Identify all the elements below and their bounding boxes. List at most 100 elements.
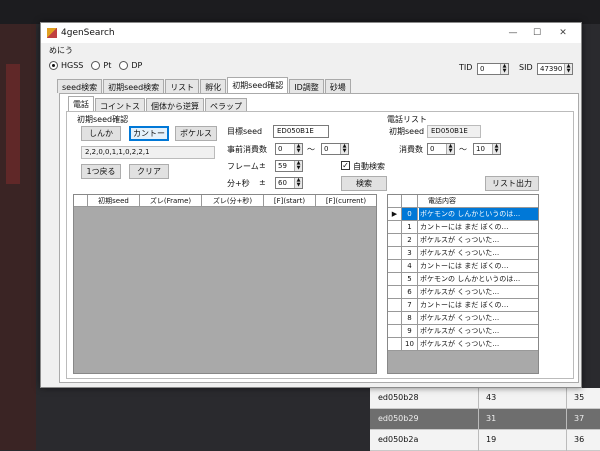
table-row[interactable]: ed050b28 43 35 [370,388,600,409]
window-title: 4genSearch [61,28,115,38]
radio-label: HGSS [61,61,84,70]
spin-arrows-icon[interactable]: ▲ ▼ [294,161,302,171]
consume-to[interactable]: 10 ▲ ▼ [473,143,501,155]
export-list-button[interactable]: リスト出力 [485,176,539,191]
group-title: 電話リスト [385,114,429,125]
subtab-chatot[interactable]: ペラップ [205,98,247,111]
search-button[interactable]: 検索 [341,176,387,191]
tab-sandbox[interactable]: 砂場 [324,79,351,93]
menu-bar: めにう [49,45,73,56]
consume-from[interactable]: 0 ▲ ▼ [427,143,455,155]
main-tabs: seed検索 初期seed検索 リスト 孵化 初期seed確認 ID調整 砂場 [57,77,352,93]
row-header [388,195,402,207]
table-row[interactable]: 5 ポケモンの しんかというのは… [388,273,538,286]
group-title: 初期seed確認 [75,114,131,125]
table-row[interactable]: ▶ 0 ポケモンの しんかというのは… [388,208,538,221]
pre-consume-to[interactable]: 0 ▲ ▼ [321,143,349,155]
row-header [74,195,88,207]
tab-seed-search[interactable]: seed検索 [57,79,103,93]
column-header[interactable]: [F](current) [316,195,376,207]
row-number: 9 [402,325,418,337]
minsec-input[interactable]: 60 ▲ ▼ [275,177,303,189]
num-header [402,195,418,207]
tab-initial-seed-search[interactable]: 初期seed検索 [103,79,165,93]
cell: 43 [486,393,497,402]
row-text: ポケルスが くっついた… [420,236,500,244]
pokerus-button[interactable]: ポケルス [175,126,217,141]
cell: 19 [486,435,497,444]
row-text: カントーには まだ ぼくの… [420,301,509,309]
spin-arrows-icon[interactable]: ▲ ▼ [500,64,508,74]
cell: 36 [574,435,585,444]
spin-value: 10 [476,145,485,153]
column-header[interactable]: [F](start) [264,195,316,207]
table-row[interactable]: 3 ポケルスが くっついた… [388,247,538,260]
grid-header: 電話内容 [388,195,538,208]
radio-dp[interactable]: DP [119,61,142,70]
spin-arrows-icon[interactable]: ▲ ▼ [492,144,500,154]
title-bar[interactable]: 4genSearch — ☐ ✕ [41,23,581,43]
desktop-red-element [6,64,20,184]
table-row[interactable]: 2 ポケルスが くっついた… [388,234,538,247]
row-header [388,325,402,337]
spin-arrows-icon[interactable]: ▲ ▼ [294,144,302,154]
spin-arrows-icon[interactable]: ▲ ▼ [564,64,572,74]
app-icon [47,28,57,38]
row-header [388,286,402,298]
table-row[interactable]: 7 カントーには まだ ぼくの… [388,299,538,312]
radio-pt[interactable]: Pt [91,61,111,70]
spin-arrows-icon[interactable]: ▲ ▼ [446,144,454,154]
table-row[interactable]: ed050b29 31 37 [370,409,600,430]
phone-list-grid[interactable]: 電話内容 ▶ 0 ポケモンの しんかというのは… 1 カントーには まだ ぼくの… 2… [387,194,539,374]
auto-search-checkbox[interactable]: ✓ [341,161,350,170]
kanto-button[interactable]: カントー [129,126,169,141]
subtab-phone[interactable]: 電話 [68,96,94,111]
subtab-coin-toss[interactable]: コイントス [95,98,145,111]
maximize-button[interactable]: ☐ [525,25,549,41]
table-row[interactable]: 6 ポケルスが くっついた… [388,286,538,299]
column-header[interactable]: 初期seed [88,195,140,207]
tid-input[interactable]: 0 ▲ ▼ [477,63,509,75]
version-radio-group: HGSS Pt DP [49,61,142,70]
frame-input[interactable]: 59 ▲ ▼ [275,160,303,172]
row-header [388,299,402,311]
table-row[interactable]: 9 ポケルスが くっついた… [388,325,538,338]
minimize-button[interactable]: — [501,25,525,41]
spin-arrows-icon[interactable]: ▲ ▼ [294,178,302,188]
table-row[interactable]: 1 カントーには まだ ぼくの… [388,221,538,234]
close-button[interactable]: ✕ [551,25,575,41]
cell: 35 [574,393,585,402]
cell: 31 [486,414,497,423]
sid-input[interactable]: 47390 ▲ ▼ [537,63,573,75]
seed-label: 初期seed [389,127,425,136]
row-header [388,247,402,259]
menu-item[interactable]: めにう [49,46,73,55]
table-row[interactable]: 8 ポケルスが くっついた… [388,312,538,325]
background-spreadsheet: ed050b28 43 35 ed050b29 31 37 ed050b2a 19 36 [370,388,600,451]
table-row[interactable]: ed050b2a 19 36 [370,430,600,451]
pre-consume-from[interactable]: 0 ▲ ▼ [275,143,303,155]
grid-header: 初期seed ズレ(Frame) ズレ(分+秒) [F](start) [F](… [74,195,376,207]
clear-button[interactable]: クリア [129,164,169,179]
target-seed-input[interactable]: ED050B1E [273,125,329,138]
tab-list[interactable]: リスト [165,79,200,93]
column-header[interactable]: 電話内容 [428,195,456,207]
table-row[interactable]: 10 ポケルスが くっついた… [388,338,538,351]
evolution-button[interactable]: しんか [81,126,121,141]
column-header[interactable]: ズレ(Frame) [140,195,202,207]
table-row[interactable]: 4 カントーには まだ ぼくの… [388,260,538,273]
row-text: ポケルスが くっついた… [420,340,500,348]
undo-button[interactable]: 1つ戻る [81,164,121,179]
result-grid[interactable]: 初期seed ズレ(Frame) ズレ(分+秒) [F](start) [F](… [73,194,377,374]
row-text: ポケルスが くっついた… [420,288,500,296]
radio-hgss[interactable]: HGSS [49,61,83,70]
tab-initial-seed-check[interactable]: 初期seed確認 [227,77,289,93]
spin-arrows-icon[interactable]: ▲ ▼ [340,144,348,154]
tab-id-adjust[interactable]: ID調整 [289,79,324,93]
row-header [388,273,402,285]
subtab-reverse-calc[interactable]: 個体から逆算 [146,98,204,111]
column-header[interactable]: ズレ(分+秒) [202,195,264,207]
spin-value: 0 [278,145,283,153]
tab-hatch[interactable]: 孵化 [200,79,227,93]
row-text: ポケルスが くっついた… [420,314,500,322]
